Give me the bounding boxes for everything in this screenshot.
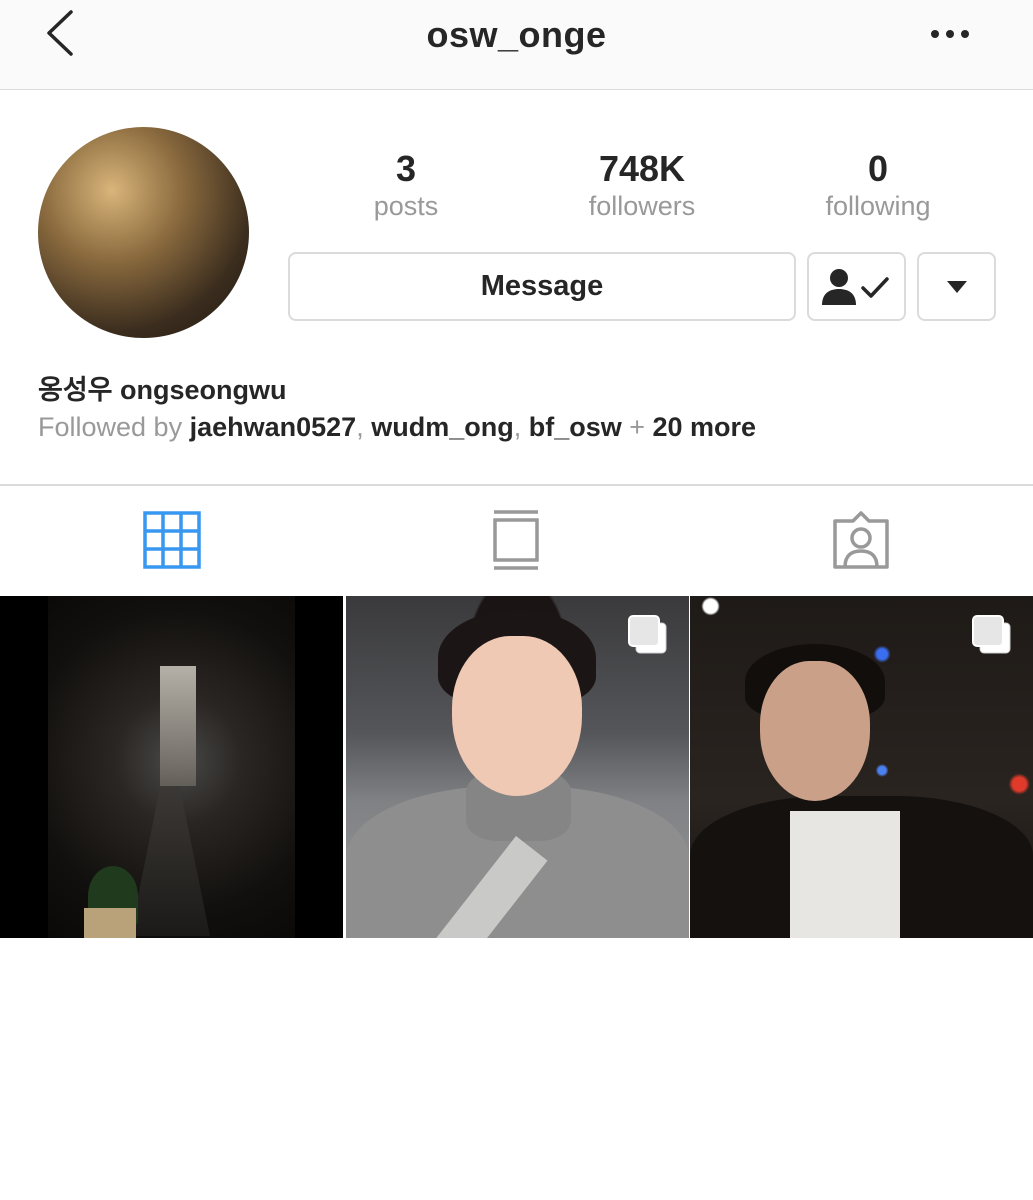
profile-stats: 3 posts 748K followers 0 following <box>288 148 996 228</box>
caret-down-icon <box>946 280 967 293</box>
feed-list-icon <box>493 510 539 570</box>
followed-by-prefix: Followed by <box>38 412 190 442</box>
photo-detail <box>130 786 210 936</box>
separator: , <box>356 412 372 442</box>
tab-tagged[interactable] <box>689 485 1033 595</box>
multiple-photos-icon <box>972 615 1011 654</box>
profile-full-name: 옹성우 ongseongwu <box>38 375 287 405</box>
followed-by-more[interactable]: 20 more <box>653 412 757 442</box>
posts-label: posts <box>373 191 439 221</box>
photo-detail <box>160 666 196 786</box>
back-button[interactable] <box>40 8 80 58</box>
top-bar: osw_onge <box>0 0 1033 90</box>
photo-detail <box>790 811 900 938</box>
posts-stat[interactable]: 3 posts <box>288 148 524 222</box>
followers-count: 748K <box>598 148 686 189</box>
post-thumbnail[interactable] <box>0 596 343 938</box>
more-options-button[interactable] <box>925 16 975 52</box>
more-horizontal-icon <box>931 30 969 38</box>
tab-grid[interactable] <box>0 485 344 595</box>
profile-username: osw_onge <box>426 14 607 55</box>
separator: , <box>513 412 529 442</box>
tab-list[interactable] <box>344 485 688 595</box>
following-label: following <box>825 191 931 221</box>
person-check-icon <box>821 268 889 305</box>
followers-label: followers <box>588 191 696 221</box>
followed-by-user[interactable]: wudm_ong <box>371 412 514 442</box>
profile-avatar[interactable] <box>38 127 249 338</box>
multiple-photos-icon <box>628 615 667 654</box>
tagged-person-icon <box>833 511 889 569</box>
post-thumbnail[interactable] <box>346 596 689 938</box>
followers-stat[interactable]: 748K followers <box>524 148 760 222</box>
message-button[interactable]: Message <box>288 252 796 321</box>
grid-icon <box>143 511 201 569</box>
back-chevron-icon <box>47 10 73 56</box>
followed-by-user[interactable]: bf_osw <box>529 412 622 442</box>
following-status-button[interactable] <box>807 252 906 321</box>
plus-separator: + <box>621 412 653 442</box>
posts-count: 3 <box>395 148 417 189</box>
following-count: 0 <box>867 148 889 189</box>
post-thumbnail[interactable] <box>690 596 1033 938</box>
following-stat[interactable]: 0 following <box>760 148 996 222</box>
photo-detail <box>84 908 136 938</box>
photo-detail <box>452 636 582 796</box>
followed-by-line[interactable]: Followed by jaehwan0527, wudm_ong, bf_os… <box>38 412 756 443</box>
followed-by-user[interactable]: jaehwan0527 <box>190 412 357 442</box>
suggestions-dropdown-button[interactable] <box>917 252 996 321</box>
photo-detail <box>760 661 870 801</box>
